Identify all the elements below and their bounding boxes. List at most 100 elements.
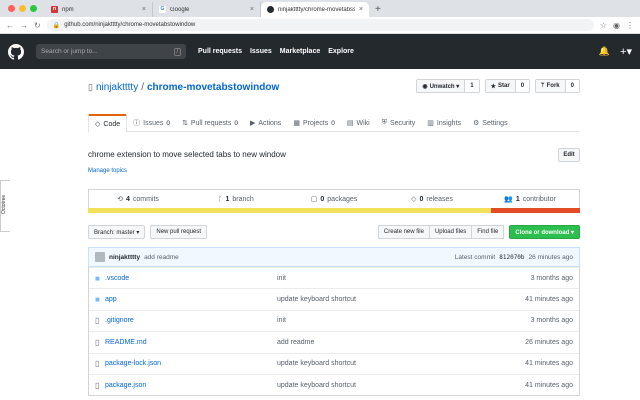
manage-topics-link[interactable]: Manage topics xyxy=(88,168,127,174)
search-input[interactable]: Search or jump to... / xyxy=(36,44,186,59)
table-row[interactable]: ■ app update keyboard shortcut 41 minute… xyxy=(89,288,579,309)
branch-select-button[interactable]: Branch: master ▾ xyxy=(88,225,146,239)
file-commit-message[interactable]: update keyboard shortcut xyxy=(277,360,493,367)
file-name-link[interactable]: README.md xyxy=(105,339,277,346)
nav-marketplace[interactable]: Marketplace xyxy=(280,48,320,55)
file-name-link[interactable]: .vscode xyxy=(105,275,277,282)
file-navigation: Branch: master ▾ New pull request Create… xyxy=(88,225,580,239)
nav-explore[interactable]: Explore xyxy=(328,48,354,55)
contributors-link[interactable]: 👥 1 contributor xyxy=(481,190,579,208)
find-file-button[interactable]: Find file xyxy=(471,225,505,239)
back-icon[interactable]: ← xyxy=(6,21,14,30)
browser-tab-npm[interactable]: n npm × xyxy=(45,2,153,17)
fork-count[interactable]: 0 xyxy=(565,80,579,92)
octotree-toggle[interactable]: Octotree xyxy=(0,180,10,232)
file-name-link[interactable]: package-lock.json xyxy=(105,360,277,367)
close-tab-icon[interactable]: × xyxy=(250,6,254,13)
tab-settings[interactable]: ⚙ Settings xyxy=(467,114,514,132)
star-button[interactable]: ★ Star 0 xyxy=(484,79,531,93)
nav-pull-requests[interactable]: Pull requests xyxy=(198,48,242,55)
unwatch-button[interactable]: ◉ Unwatch ▾ 1 xyxy=(416,79,480,93)
tab-code[interactable]: ◇ Code xyxy=(88,114,128,133)
package-icon: ▢ xyxy=(310,196,318,203)
commits-link[interactable]: ⟲ 4 commits xyxy=(89,190,187,208)
table-row[interactable]: ▯ package.json update keyboard shortcut … xyxy=(89,373,579,395)
table-row[interactable]: ▯ README.md add readme 26 minutes ago xyxy=(89,331,579,352)
header-nav: Pull requests Issues Marketplace Explore xyxy=(198,48,354,55)
reload-icon[interactable]: ↻ xyxy=(34,21,41,30)
edit-description-button[interactable]: Edit xyxy=(558,148,580,162)
create-new-plus-icon[interactable]: +▾ xyxy=(620,45,632,58)
clone-or-download-button[interactable]: Clone or download ▾ xyxy=(509,225,580,239)
commit-author-link[interactable]: ninjaktttty xyxy=(109,254,140,261)
watch-count[interactable]: 1 xyxy=(465,80,479,92)
tab-label: Insights xyxy=(436,119,461,127)
url-input[interactable]: 🔒 github.com/ninjaktttty/chrome-movetabs… xyxy=(46,19,594,31)
tab-pull-requests[interactable]: ⇅ Pull requests 0 xyxy=(176,114,244,132)
table-row[interactable]: ▯ .gitignore init 3 months ago xyxy=(89,309,579,331)
table-row[interactable]: ▯ package-lock.json update keyboard shor… xyxy=(89,352,579,374)
file-table: ■ .vscode init 3 months ago ■ app update… xyxy=(88,267,580,397)
issue-icon: ⓘ xyxy=(133,120,141,127)
book-icon: ▤ xyxy=(346,120,354,127)
file-commit-message[interactable]: init xyxy=(277,275,493,282)
table-row[interactable]: ■ .vscode init 3 months ago xyxy=(89,267,579,288)
nav-issues[interactable]: Issues xyxy=(250,48,272,55)
star-label: Star xyxy=(498,83,510,89)
file-name-link[interactable]: app xyxy=(105,296,277,303)
language-segment[interactable] xyxy=(491,208,580,213)
tab-label: Wiki xyxy=(356,119,370,127)
file-commit-message[interactable]: update keyboard shortcut xyxy=(277,296,493,303)
code-icon: ◇ xyxy=(95,121,101,128)
bookmark-star-icon[interactable]: ☆ xyxy=(600,21,607,30)
browser-tab-github[interactable]: ninjaktttty/chrome-movetabsstow × xyxy=(261,2,369,17)
repo-summary: ⟲ 4 commits ᚴ 1 branch ▢ 0 packages ◇ 0 releases… xyxy=(88,189,580,208)
tab-wiki[interactable]: ▤ Wiki xyxy=(341,114,376,132)
commits-label: commits xyxy=(132,195,159,203)
language-bar[interactable] xyxy=(88,208,580,213)
octotree-label: Octotree xyxy=(1,194,7,215)
repo-owner-link[interactable]: ninjaktttty xyxy=(96,82,138,93)
releases-link[interactable]: ◇ 0 releases xyxy=(383,190,481,208)
commit-message-link[interactable]: add readme xyxy=(144,254,179,261)
repo-name-link[interactable]: chrome-movetabstowindow xyxy=(147,82,279,93)
branches-link[interactable]: ᚴ 1 branch xyxy=(187,190,285,208)
branch-icon: ᚴ xyxy=(218,195,223,203)
github-logo-icon[interactable] xyxy=(8,43,24,60)
history-icon: ⟲ xyxy=(117,196,123,203)
tab-projects[interactable]: ▦ Projects 0 xyxy=(287,114,341,132)
file-commit-message[interactable]: update keyboard shortcut xyxy=(277,382,493,389)
new-pull-request-button[interactable]: New pull request xyxy=(150,225,208,239)
commit-time: 26 minutes ago xyxy=(528,253,573,261)
upload-files-button[interactable]: Upload files xyxy=(428,225,473,239)
avatar[interactable] xyxy=(95,252,105,262)
file-name-link[interactable]: package.json xyxy=(105,382,277,389)
google-icon: G xyxy=(159,6,166,13)
tab-insights[interactable]: ▥ Insights xyxy=(421,114,467,132)
file-name-link[interactable]: .gitignore xyxy=(105,317,277,324)
file-age: 26 minutes ago xyxy=(525,338,573,346)
maximize-window-icon[interactable] xyxy=(30,5,37,12)
commit-sha-link[interactable]: 812070b xyxy=(499,254,524,261)
minimize-window-icon[interactable] xyxy=(19,5,26,12)
new-tab-button[interactable]: + xyxy=(369,2,387,17)
tab-issues[interactable]: ⓘ Issues 0 xyxy=(127,114,176,132)
file-commit-message[interactable]: add readme xyxy=(277,339,493,346)
language-segment[interactable] xyxy=(88,208,492,213)
fork-button[interactable]: ᛘ Fork 0 xyxy=(535,79,580,93)
packages-link[interactable]: ▢ 0 packages xyxy=(285,190,383,208)
tab-actions[interactable]: ▶ Actions xyxy=(244,114,287,132)
notification-bell-icon[interactable]: 🔔 xyxy=(599,46,610,57)
menu-icon[interactable]: ⋮ xyxy=(626,21,634,30)
forward-icon[interactable]: → xyxy=(20,21,28,30)
profile-icon[interactable]: ◉ xyxy=(613,21,620,30)
create-new-file-button[interactable]: Create new file xyxy=(377,225,430,239)
close-tab-icon[interactable]: × xyxy=(142,6,146,13)
close-tab-icon[interactable]: × xyxy=(359,6,363,13)
tab-security[interactable]: ⛨ Security xyxy=(376,114,422,132)
repo-header: ▯ ninjaktttty / chrome-movetabstowindow … xyxy=(88,79,580,93)
close-window-icon[interactable] xyxy=(8,5,15,12)
browser-tab-google[interactable]: G Google × xyxy=(153,2,261,17)
file-commit-message[interactable]: init xyxy=(277,317,493,324)
star-count[interactable]: 0 xyxy=(515,80,530,92)
